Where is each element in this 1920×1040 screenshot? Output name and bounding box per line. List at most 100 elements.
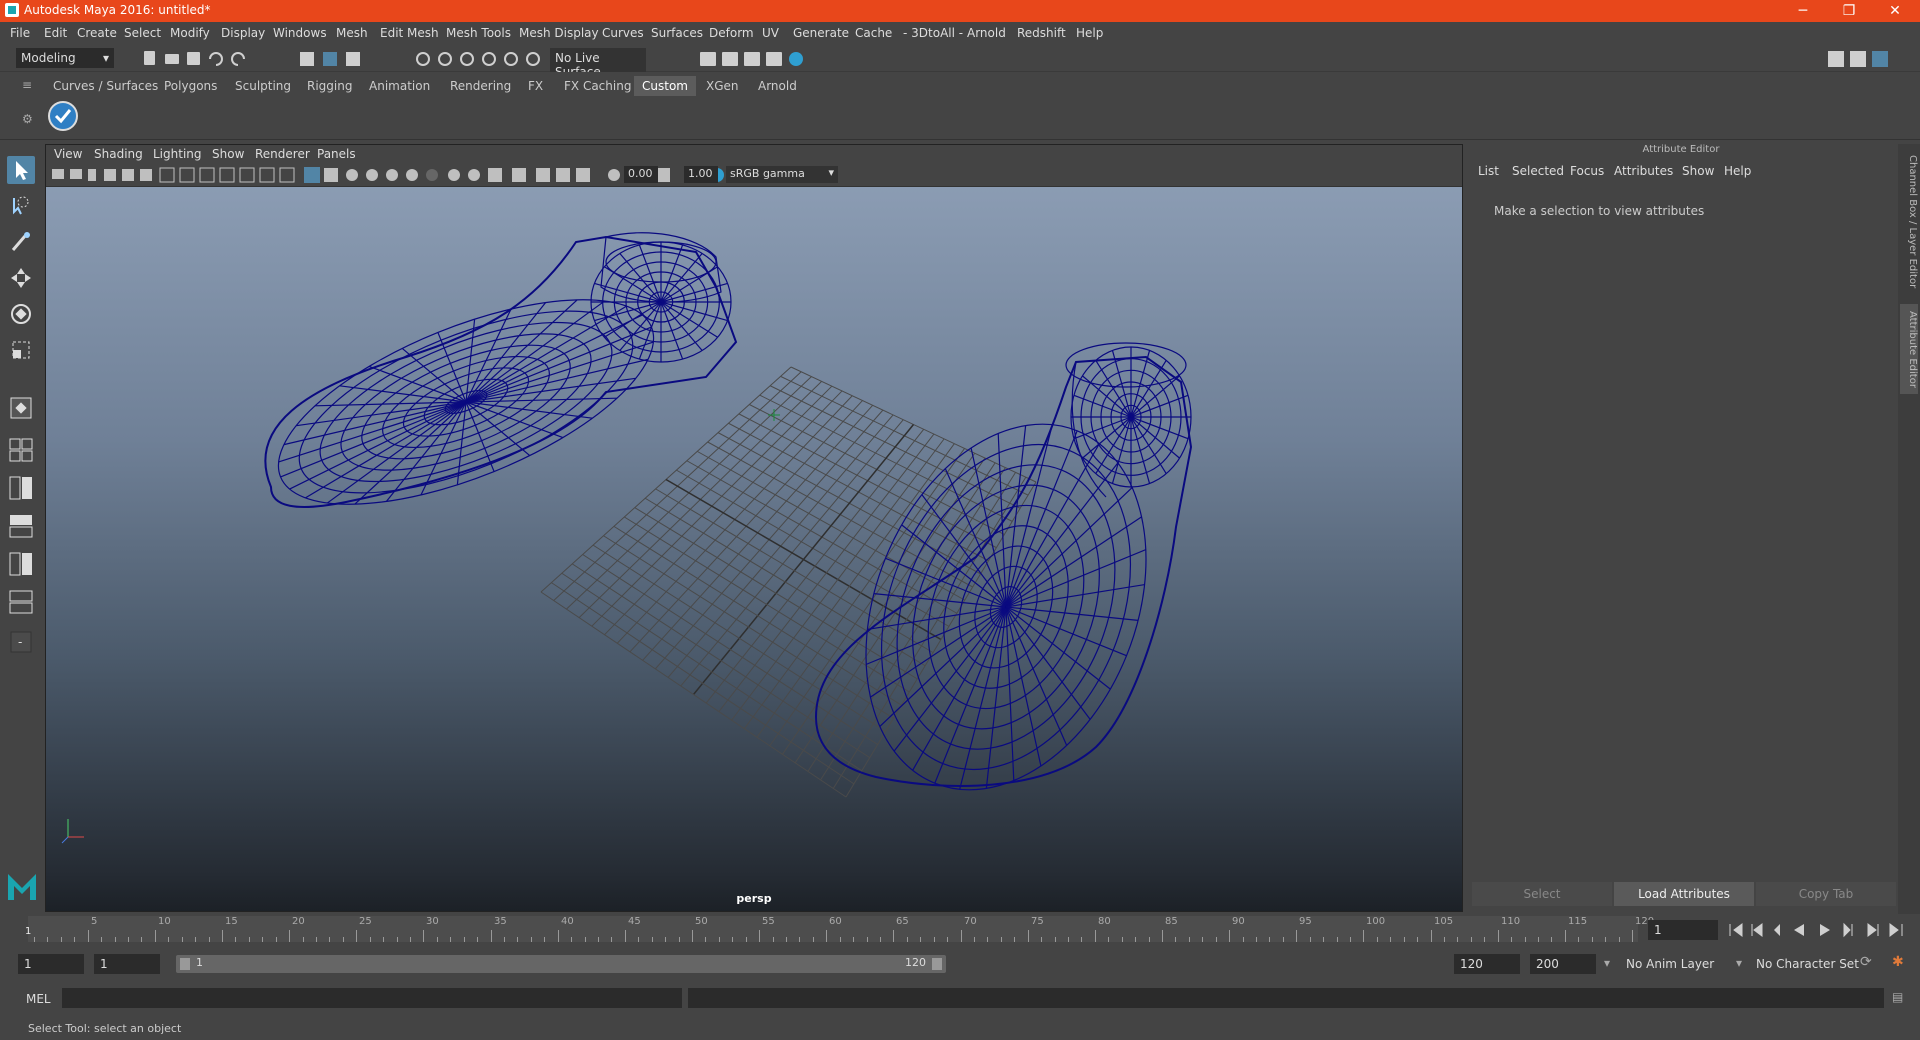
paint-select-tool-icon[interactable] <box>7 228 35 256</box>
menu-generate[interactable]: Generate <box>793 26 849 40</box>
tab-channel-box[interactable]: Channel Box / Layer Editor <box>1900 152 1918 292</box>
time-tick <box>1417 937 1418 942</box>
menu-3dtoall[interactable]: - 3DtoAll - <box>903 26 963 40</box>
shelf-settings-icon[interactable]: ⚙ <box>22 112 33 126</box>
range-end-handle[interactable] <box>932 958 942 970</box>
end-time-field[interactable]: 200 <box>1530 954 1596 974</box>
vp-menu-panels[interactable]: Panels <box>317 147 356 161</box>
mesh-edge <box>1130 416 1151 484</box>
menu-display[interactable]: Display <box>221 26 265 40</box>
tab-rendering[interactable]: Rendering <box>442 76 519 96</box>
minimize-button[interactable]: ─ <box>1780 0 1826 22</box>
rotate-tool-icon[interactable] <box>7 300 35 328</box>
menu-windows[interactable]: Windows <box>273 26 327 40</box>
tab-attribute-editor[interactable]: Attribute Editor <box>1900 304 1918 394</box>
ae-load-attributes-button[interactable]: Load Attributes <box>1614 882 1754 906</box>
hypershade-icon <box>789 52 803 66</box>
snap-surface-icon <box>504 52 518 66</box>
tab-polygons[interactable]: Polygons <box>156 76 225 96</box>
tab-rigging[interactable]: Rigging <box>299 76 360 96</box>
menu-edit[interactable]: Edit <box>44 26 67 40</box>
time-ruler[interactable]: 5 10 15 20 25 30 35 40 45 50 55 60 65 70 75 80 85 90 95 100… <box>28 916 1654 942</box>
mesh-edge <box>1130 394 1189 418</box>
start-time-field[interactable]: 1 <box>18 954 84 974</box>
menu-surfaces[interactable]: Surfaces <box>651 26 703 40</box>
menu-file[interactable]: File <box>10 26 30 40</box>
anim-layer-dropdown[interactable]: No Anim Layer <box>1620 954 1736 974</box>
tab-fx-caching[interactable]: FX Caching <box>556 76 639 96</box>
select-tool-icon[interactable] <box>7 156 35 184</box>
tab-sculpting[interactable]: Sculpting <box>227 76 299 96</box>
preferences-icon[interactable]: ✱ <box>1892 954 1904 970</box>
menu-curves[interactable]: Curves <box>602 26 644 40</box>
auto-key-icon[interactable]: ⟳ <box>1860 954 1872 970</box>
vp-menu-view[interactable]: View <box>54 147 82 161</box>
script-editor-icon[interactable]: ▤ <box>1892 990 1903 1004</box>
ae-menu-help[interactable]: Help <box>1724 164 1751 178</box>
exposure-field[interactable]: 0.00 <box>624 166 658 183</box>
layout-outliner-icon[interactable] <box>7 512 35 540</box>
custom-shelf-checkmark-icon[interactable] <box>47 100 79 132</box>
layout-four-icon[interactable] <box>7 474 35 502</box>
menu-deform[interactable]: Deform <box>709 26 754 40</box>
menu-select[interactable]: Select <box>124 26 161 40</box>
move-tool-icon[interactable] <box>7 264 35 292</box>
current-frame-field[interactable]: 1 <box>1648 920 1718 940</box>
layout-graph-icon[interactable] <box>7 550 35 578</box>
vp-menu-shading[interactable]: Shading <box>94 147 143 161</box>
menu-edit-mesh[interactable]: Edit Mesh <box>380 26 439 40</box>
3d-scene[interactable]: persp <box>46 187 1462 911</box>
chevron-down-icon[interactable]: ▾ <box>1604 956 1610 970</box>
menu-redshift[interactable]: Redshift <box>1017 26 1066 40</box>
menu-uv[interactable]: UV <box>762 26 779 40</box>
range-start-handle[interactable] <box>180 958 190 970</box>
menu-mesh[interactable]: Mesh <box>336 26 368 40</box>
playback-end-field[interactable]: 120 <box>1454 954 1520 974</box>
ae-menu-selected[interactable]: Selected <box>1512 164 1564 178</box>
playback-start-field[interactable]: 1 <box>94 954 160 974</box>
color-space-dropdown[interactable]: sRGB gamma ▾ <box>726 166 838 183</box>
ae-menu-focus[interactable]: Focus <box>1570 164 1604 178</box>
command-input[interactable] <box>62 988 682 1008</box>
tab-xgen[interactable]: XGen <box>698 76 747 96</box>
menu-arnold[interactable]: Arnold <box>967 26 1006 40</box>
gamma-field[interactable]: 1.00 <box>684 166 718 183</box>
time-tick-label: 100 <box>1366 916 1386 927</box>
tab-curves-surfaces[interactable]: Curves / Surfaces <box>45 76 166 96</box>
layout-hypershade-icon[interactable] <box>7 588 35 616</box>
close-button[interactable]: ✕ <box>1872 0 1918 22</box>
tab-arnold[interactable]: Arnold <box>750 76 805 96</box>
tab-fx[interactable]: FX <box>520 76 551 96</box>
restore-button[interactable]: ❐ <box>1826 0 1872 22</box>
toolbox-collapse-icon[interactable]: - <box>7 628 35 656</box>
vp-menu-show[interactable]: Show <box>212 147 244 161</box>
lasso-tool-icon[interactable] <box>7 192 35 220</box>
range-slider[interactable]: 1 120 <box>176 955 946 973</box>
shelf-menu-icon[interactable]: ≡ <box>22 78 32 92</box>
menu-create[interactable]: Create <box>77 26 117 40</box>
menu-help[interactable]: Help <box>1076 26 1103 40</box>
time-slider[interactable]: 5 10 15 20 25 30 35 40 45 50 55 60 65 70 75 80 85 90 95 100… <box>20 916 1654 944</box>
ae-menu-attributes[interactable]: Attributes <box>1614 164 1673 178</box>
ae-menu-list[interactable]: List <box>1478 164 1499 178</box>
chevron-down-icon[interactable]: ▾ <box>1736 956 1742 970</box>
mesh-edge <box>1073 394 1132 418</box>
window-title: Autodesk Maya 2016: untitled* <box>24 3 211 17</box>
menu-modify[interactable]: Modify <box>170 26 210 40</box>
menu-mesh-display[interactable]: Mesh Display <box>519 26 599 40</box>
ae-menu-show[interactable]: Show <box>1682 164 1714 178</box>
character-set-dropdown[interactable]: No Character Set <box>1750 954 1874 974</box>
menu-mesh-tools[interactable]: Mesh Tools <box>446 26 511 40</box>
tab-custom[interactable]: Custom <box>634 76 696 96</box>
scale-tool-icon[interactable] <box>7 336 35 364</box>
layout-single-icon[interactable] <box>7 436 35 464</box>
vp-menu-lighting[interactable]: Lighting <box>153 147 202 161</box>
mel-label[interactable]: MEL <box>26 992 51 1006</box>
vp-menu-renderer[interactable]: Renderer <box>255 147 310 161</box>
ae-select-button[interactable]: Select <box>1472 882 1612 906</box>
last-tool-icon[interactable] <box>7 394 35 422</box>
menu-cache[interactable]: Cache <box>855 26 892 40</box>
ae-copy-tab-button[interactable]: Copy Tab <box>1756 882 1896 906</box>
tab-animation[interactable]: Animation <box>361 76 438 96</box>
mode-dropdown[interactable]: Modeling ▾ <box>16 48 114 68</box>
